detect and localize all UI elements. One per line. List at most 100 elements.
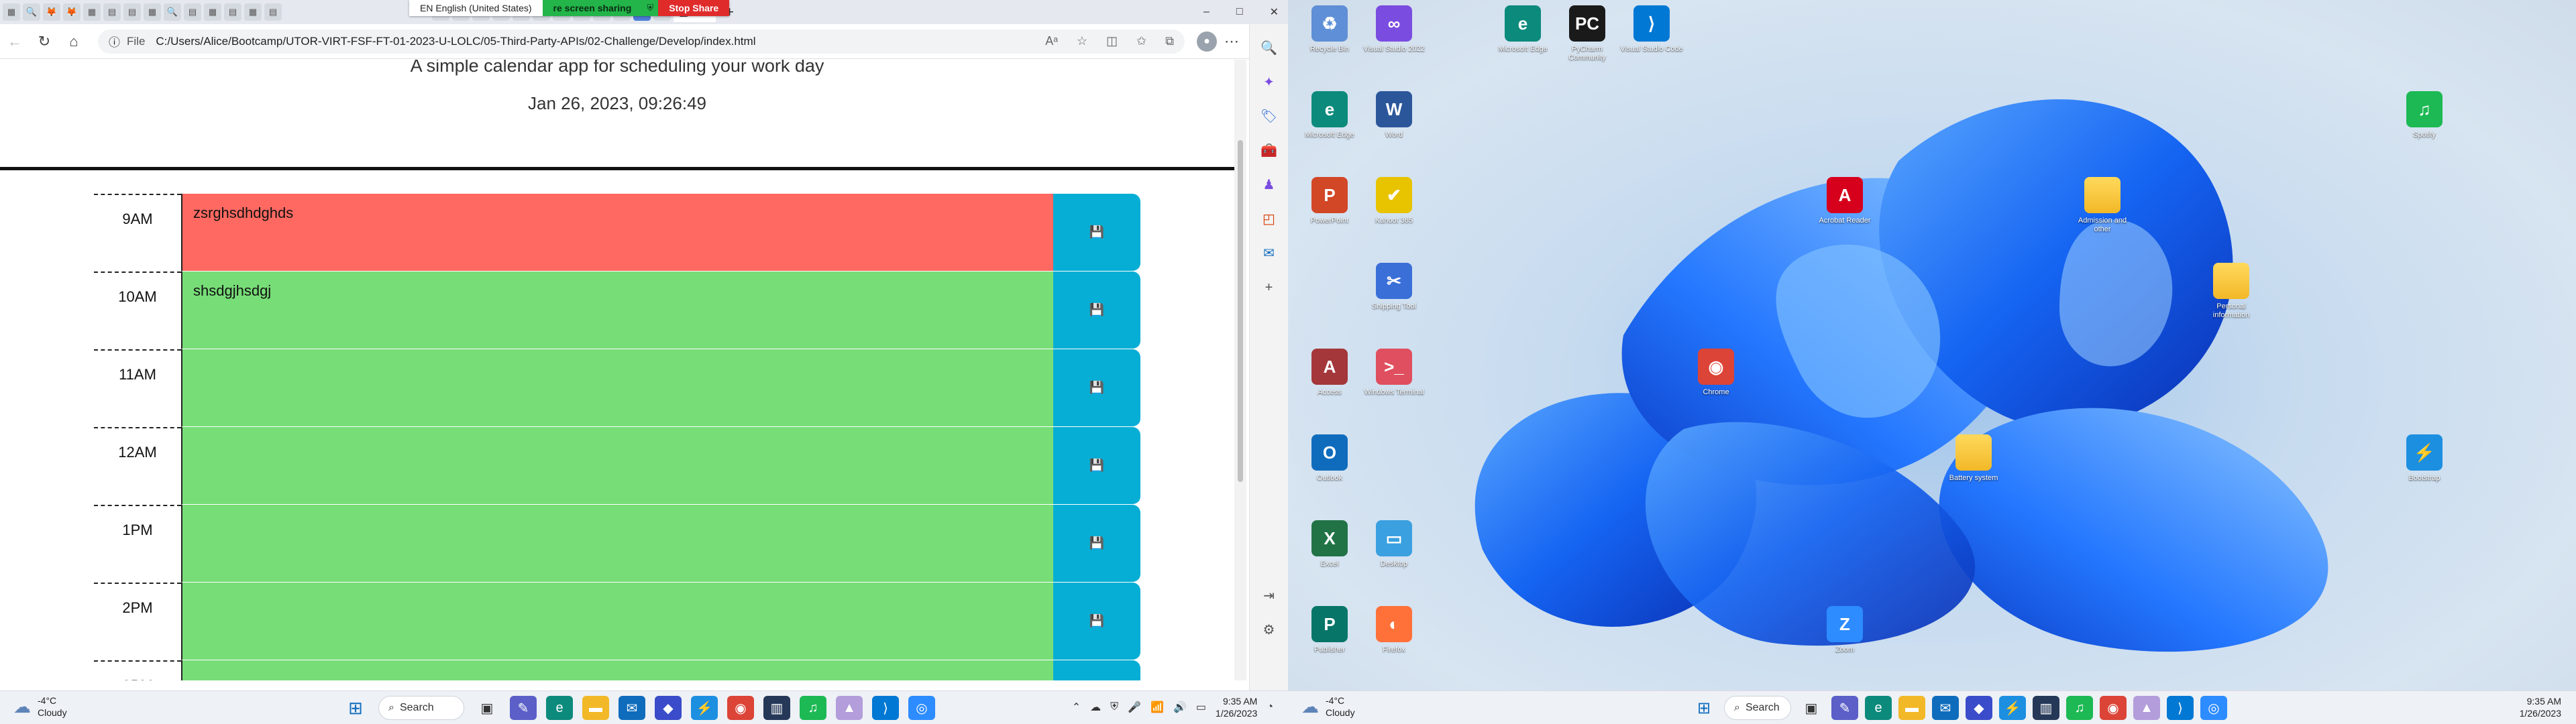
maximize-button[interactable]: □ [1236,6,1243,18]
file-explorer-icon[interactable]: ▬ [1898,696,1925,720]
discover-icon[interactable]: ✦ [1259,72,1279,93]
address-url[interactable]: C:/Users/Alice/Bootcamp/UTOR-VIRT-FSF-FT… [156,35,755,48]
spotify-icon[interactable]: ♫ [800,696,826,720]
read-aloud-icon[interactable]: Aᵃ [1045,34,1058,48]
tab-favicon-2[interactable]: 🔍 [23,3,40,21]
desktop-icon[interactable]: ⚡ Bootstrap [2391,434,2458,483]
close-window-button[interactable]: ✕ [1270,5,1279,19]
tab-favicon-1[interactable]: ▦ [3,3,20,21]
wifi-icon[interactable]: 📶 [1150,701,1164,714]
info-icon[interactable]: ⓘ [109,33,120,50]
games-icon[interactable]: ♟ [1259,175,1279,195]
tab-favicon-14[interactable]: ▤ [264,3,282,21]
edge-icon[interactable]: e [546,696,573,720]
favorites-icon[interactable]: ✩ [1136,34,1146,48]
bootstrap-icon[interactable]: ⚡ [691,696,718,720]
microphone-icon[interactable]: 🎤 [1128,701,1141,714]
save-button[interactable]: 💾 [1053,272,1140,349]
zoom-icon[interactable]: ◎ [2200,696,2227,720]
tab-favicon-9[interactable]: 🔍 [164,3,181,21]
tab-favicon-6[interactable]: ▤ [103,3,121,21]
save-button[interactable]: 💾 [1053,660,1140,680]
outlook-icon[interactable]: ✉ [1259,243,1279,263]
desktop-icon[interactable]: A Acrobat Reader [1811,177,1878,225]
refresh-icon[interactable]: ↻ [30,33,59,50]
file-explorer-icon[interactable]: ▬ [582,696,609,720]
mail-icon[interactable]: ✉ [619,696,645,720]
split-screen-icon[interactable]: ◫ [1106,34,1118,48]
desktop-icon[interactable]: e Microsoft Edge [1296,91,1363,139]
hide-sidebar-icon[interactable]: ⇥ [1259,586,1279,606]
desktop-icon[interactable]: A Access [1296,349,1363,397]
collections-icon[interactable]: ⧉ [1165,34,1174,48]
weather-widget[interactable]: ☁ -4°C Cloudy [13,695,67,719]
desktop-icon[interactable]: ◉ Chrome [1682,349,1750,397]
event-description-input[interactable]: zsrghsdhdghds [181,194,1053,272]
desktop-icon[interactable]: W Word [1360,91,1428,139]
sidebar-settings-icon[interactable]: ⚙ [1259,620,1279,640]
desktop-icon[interactable]: P Publisher [1296,606,1363,654]
paint-icon[interactable]: ▲ [2133,696,2160,720]
desktop-icon[interactable]: ♫ Spotify [2391,91,2458,139]
wmware-icon[interactable]: ▥ [763,696,790,720]
chrome-icon[interactable]: ◉ [727,696,754,720]
volume-icon[interactable]: 🔊 [1173,701,1187,714]
vpn-icon[interactable]: ◆ [655,696,682,720]
tab-favicon-7[interactable]: ▤ [123,3,141,21]
shopping-tag-icon[interactable]: 🏷 [1259,107,1279,127]
desktop-icon[interactable]: Z Zoom [1811,606,1878,654]
zoom-icon[interactable]: ◎ [908,696,935,720]
save-button[interactable]: 💾 [1053,349,1140,427]
taskbar-search[interactable]: ⌕ Search [378,696,464,720]
desktop-icon[interactable]: ∞ Visual Studio 2022 [1360,5,1428,54]
event-description-input[interactable]: shsdgjhsdgj [181,272,1053,349]
weather-widget[interactable]: ☁ -4°C Cloudy [1301,695,1355,719]
save-button[interactable]: 💾 [1053,427,1140,505]
paint-icon[interactable]: ▲ [836,696,863,720]
desktop-icon[interactable]: ♻ Recycle Bin [1296,5,1363,54]
add-sidebar-app-icon[interactable]: + [1259,278,1279,298]
event-description-input[interactable] [181,660,1053,680]
chrome-icon[interactable]: ◉ [2100,696,2127,720]
scrollbar-thumb[interactable] [1238,140,1243,482]
task-view-icon[interactable]: ▣ [1798,696,1825,720]
tab-favicon-3[interactable]: 🦊 [43,3,60,21]
vscode-icon[interactable]: ⟩ [2167,696,2194,720]
page-scrollbar[interactable] [1234,60,1246,680]
task-view-icon[interactable]: ▣ [474,696,500,720]
bootstrap-icon[interactable]: ⚡ [1999,696,2026,720]
desktop-icon[interactable]: Battery system [1940,434,2007,483]
event-description-input[interactable] [181,505,1053,583]
desktop-icon[interactable]: ⟩ Visual Studio Code [1618,5,1685,54]
minimize-button[interactable]: – [1203,6,1210,18]
security-icon[interactable]: ⛨ [1110,701,1118,713]
desktop-icon[interactable]: P PowerPoint [1296,177,1363,225]
event-description-input[interactable] [181,427,1053,505]
favorite-star-icon[interactable]: ☆ [1077,34,1087,48]
desktop-icon[interactable]: ✂ Snipping Tool [1360,263,1428,311]
desktop-icon[interactable]: ▭ Desktop [1360,520,1428,568]
desktop-icon[interactable]: ◐ Firefox [1360,606,1428,654]
chevron-up-icon[interactable]: ⌃ [1072,701,1081,714]
desktop-icon[interactable]: Personal information [2198,263,2265,320]
clock[interactable]: 9:35 AM 1/26/2023 [1216,695,1257,719]
search-icon[interactable]: 🔍 [1259,38,1279,58]
desktop-icon[interactable]: X Excel [1296,520,1363,568]
profile-avatar[interactable]: ● [1197,31,1217,52]
stop-share-button[interactable]: Stop Share [658,0,730,16]
save-button[interactable]: 💾 [1053,194,1140,272]
vscode-icon[interactable]: ⟩ [872,696,899,720]
office-icon[interactable]: ◰ [1259,209,1279,229]
event-description-input[interactable] [181,349,1053,427]
tab-favicon-8[interactable]: ▦ [144,3,161,21]
desktop-icon[interactable]: e Microsoft Edge [1489,5,1556,54]
battery-icon[interactable]: ▭ [1196,701,1206,714]
start-windows-icon[interactable]: ⊞ [1690,696,1717,720]
onedrive-icon[interactable]: ☁ [1090,701,1101,714]
desktop-icon[interactable]: ✔ Kahoot 365 [1360,177,1428,225]
more-menu-icon[interactable]: ⋯ [1217,33,1246,50]
back-arrow-icon[interactable]: ← [0,33,30,50]
event-description-input[interactable] [181,583,1053,660]
chat-icon[interactable]: ✎ [1831,696,1858,720]
desktop-icon[interactable]: PC PyCharm Community [1554,5,1621,62]
